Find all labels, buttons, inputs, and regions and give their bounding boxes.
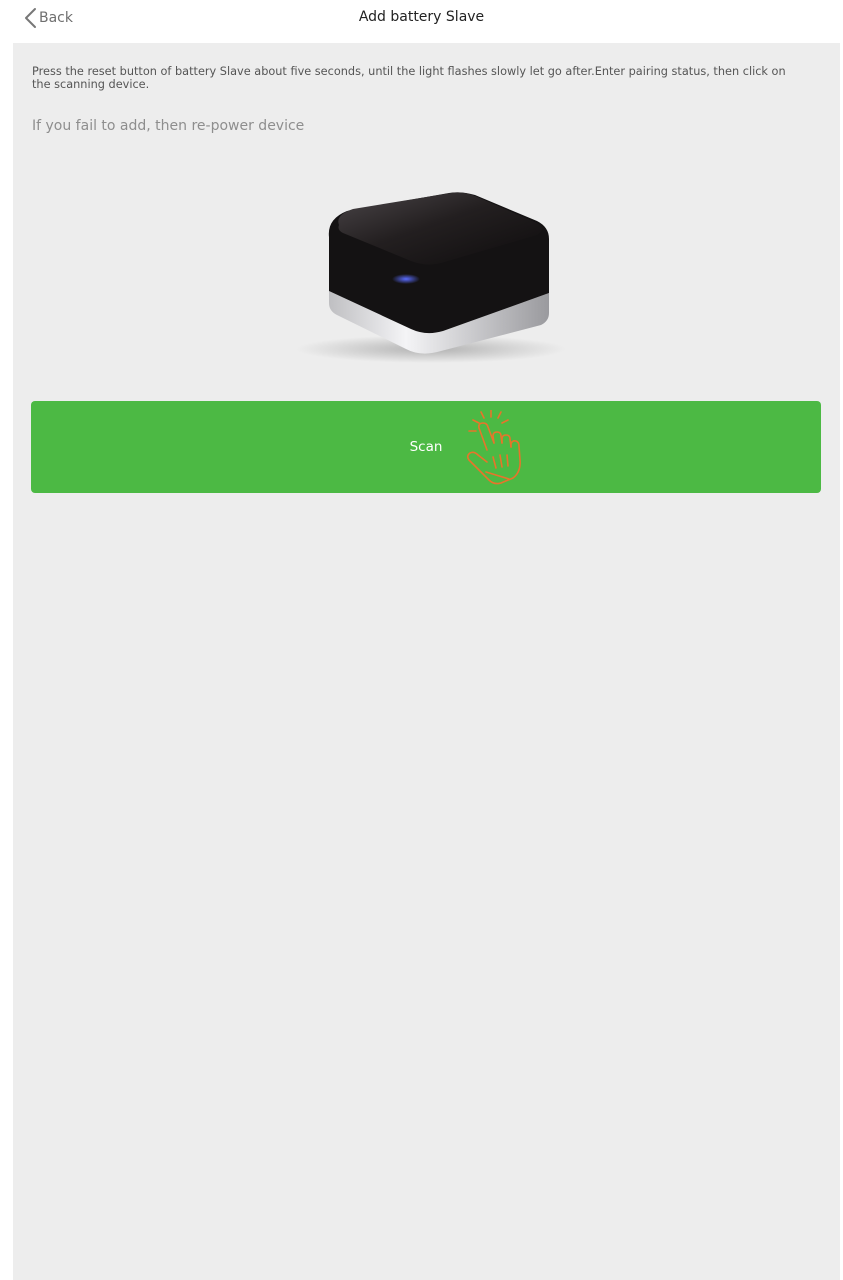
hint-text: If you fail to add, then re-power device [32,118,305,134]
top-navigation-bar: Back Add battery Slave [0,0,843,43]
tap-hand-icon [466,410,521,485]
content-panel: Press the reset button of battery Slave … [13,43,840,1280]
instructions-text: Press the reset button of battery Slave … [32,65,786,91]
page-title: Add battery Slave [358,9,485,25]
scan-button[interactable]: Scan [31,401,821,493]
scan-button-label: Scan [409,439,443,455]
device-image [296,192,566,363]
